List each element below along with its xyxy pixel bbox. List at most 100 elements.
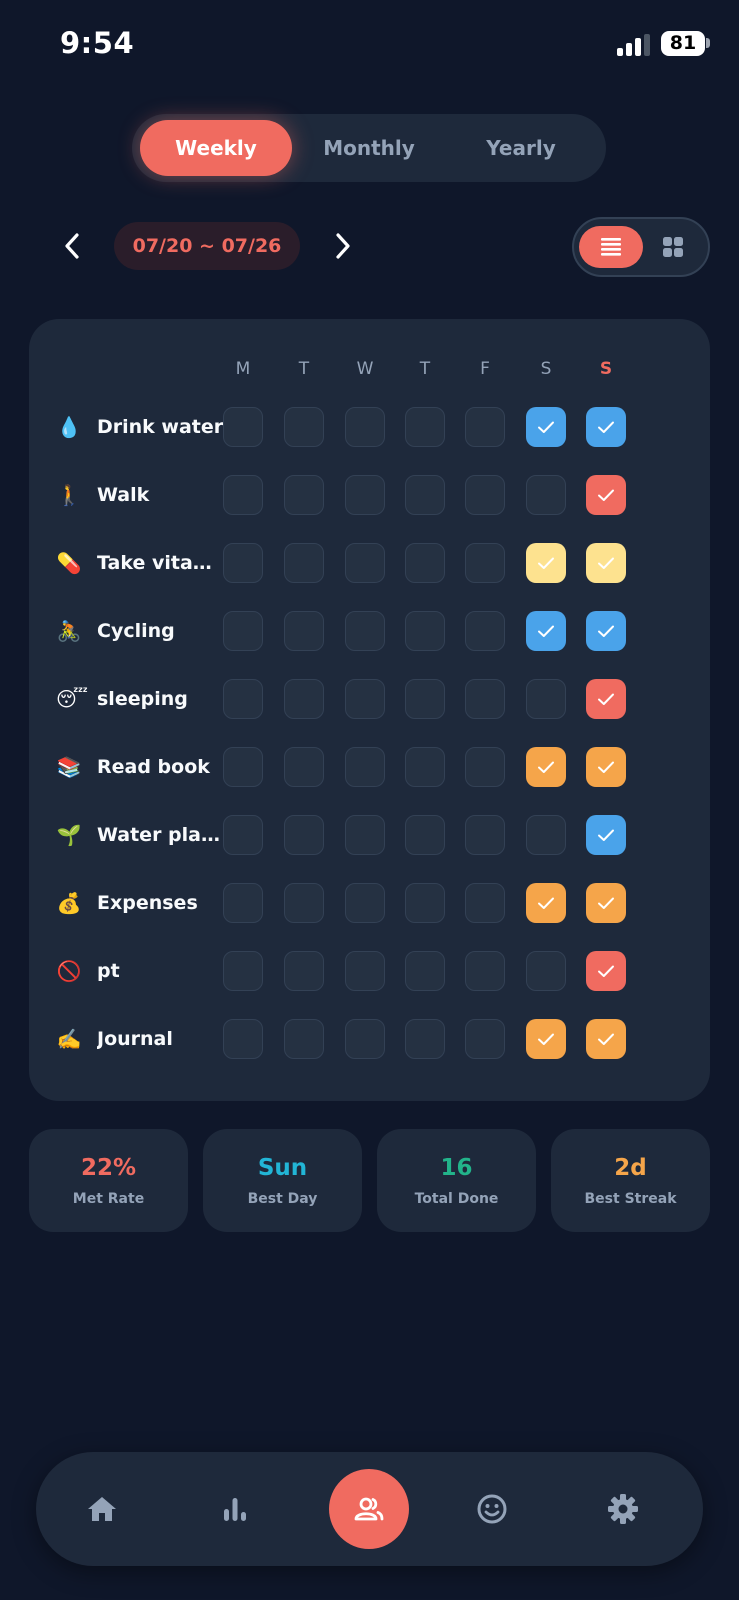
habit-check-empty[interactable] xyxy=(405,679,445,719)
tab-monthly[interactable]: Monthly xyxy=(294,120,444,176)
habit-emoji-icon: 🚶 xyxy=(56,483,82,507)
habit-check-empty[interactable] xyxy=(345,679,385,719)
habit-check-empty[interactable] xyxy=(465,543,505,583)
habit-check-empty[interactable] xyxy=(465,407,505,447)
habit-check-empty[interactable] xyxy=(223,951,263,991)
habit-name[interactable]: Take vitamins xyxy=(97,543,229,583)
habit-check-empty[interactable] xyxy=(465,611,505,651)
stat-best-streak: 2d Best Streak xyxy=(551,1129,710,1232)
habit-check-empty[interactable] xyxy=(526,951,566,991)
next-week-button[interactable] xyxy=(323,226,363,266)
nav-stats-button[interactable] xyxy=(203,1477,267,1541)
habit-check-done[interactable] xyxy=(526,407,566,447)
tab-yearly[interactable]: Yearly xyxy=(446,120,596,176)
habit-check-empty[interactable] xyxy=(345,951,385,991)
habit-check-empty[interactable] xyxy=(284,543,324,583)
habit-name[interactable]: Walk xyxy=(97,475,229,515)
habit-check-done[interactable] xyxy=(586,951,626,991)
habit-check-empty[interactable] xyxy=(284,883,324,923)
habit-check-empty[interactable] xyxy=(223,1019,263,1059)
habit-name[interactable]: Journal xyxy=(97,1019,229,1059)
habit-check-empty[interactable] xyxy=(345,407,385,447)
habit-name[interactable]: Cycling xyxy=(97,611,229,651)
previous-week-button[interactable] xyxy=(52,226,92,266)
habit-check-empty[interactable] xyxy=(405,543,445,583)
checkmark-icon xyxy=(538,761,554,773)
nav-mood-button[interactable] xyxy=(460,1477,524,1541)
habit-check-empty[interactable] xyxy=(284,1019,324,1059)
habit-row: 💧 Drink water xyxy=(29,407,710,447)
habit-check-empty[interactable] xyxy=(284,951,324,991)
habit-name[interactable]: Drink water xyxy=(97,407,229,447)
nav-people-button[interactable] xyxy=(329,1469,409,1549)
habit-check-empty[interactable] xyxy=(284,475,324,515)
habit-check-empty[interactable] xyxy=(405,407,445,447)
habit-check-empty[interactable] xyxy=(345,815,385,855)
habit-check-empty[interactable] xyxy=(405,475,445,515)
habit-check-empty[interactable] xyxy=(526,815,566,855)
habit-check-done[interactable] xyxy=(586,679,626,719)
habit-check-empty[interactable] xyxy=(223,475,263,515)
habit-check-empty[interactable] xyxy=(284,407,324,447)
habit-check-done[interactable] xyxy=(526,1019,566,1059)
date-range-label[interactable]: 07/20 ~ 07/26 xyxy=(114,222,300,270)
checkmark-icon xyxy=(598,693,614,705)
habit-check-done[interactable] xyxy=(526,883,566,923)
list-view-button[interactable] xyxy=(579,226,643,268)
habit-check-done[interactable] xyxy=(586,815,626,855)
habit-check-empty[interactable] xyxy=(284,679,324,719)
habit-check-empty[interactable] xyxy=(223,679,263,719)
habit-check-empty[interactable] xyxy=(465,951,505,991)
habit-check-empty[interactable] xyxy=(405,747,445,787)
habit-check-empty[interactable] xyxy=(405,611,445,651)
habit-check-empty[interactable] xyxy=(465,679,505,719)
habit-check-empty[interactable] xyxy=(223,407,263,447)
habit-check-empty[interactable] xyxy=(465,475,505,515)
habit-emoji-icon: 🌱 xyxy=(56,823,82,847)
habit-name[interactable]: sleeping xyxy=(97,679,229,719)
habit-check-empty[interactable] xyxy=(284,611,324,651)
habit-check-done[interactable] xyxy=(586,611,626,651)
habit-check-empty[interactable] xyxy=(223,815,263,855)
habit-check-empty[interactable] xyxy=(345,1019,385,1059)
habit-check-empty[interactable] xyxy=(465,883,505,923)
habit-check-empty[interactable] xyxy=(526,475,566,515)
people-icon xyxy=(354,1497,384,1521)
habit-check-empty[interactable] xyxy=(465,747,505,787)
habit-check-empty[interactable] xyxy=(223,883,263,923)
habit-name[interactable]: pt xyxy=(97,951,229,991)
habit-check-done[interactable] xyxy=(586,747,626,787)
habit-check-empty[interactable] xyxy=(223,611,263,651)
habit-check-empty[interactable] xyxy=(405,815,445,855)
habit-check-empty[interactable] xyxy=(284,815,324,855)
habit-check-done[interactable] xyxy=(586,883,626,923)
habit-check-done[interactable] xyxy=(586,1019,626,1059)
habit-check-empty[interactable] xyxy=(405,883,445,923)
tab-weekly[interactable]: Weekly xyxy=(140,120,292,176)
habit-name[interactable]: Expenses xyxy=(97,883,229,923)
habit-check-empty[interactable] xyxy=(465,1019,505,1059)
habit-name[interactable]: Read book xyxy=(97,747,229,787)
habit-check-empty[interactable] xyxy=(405,951,445,991)
habit-check-empty[interactable] xyxy=(284,747,324,787)
habit-check-empty[interactable] xyxy=(405,1019,445,1059)
habit-check-empty[interactable] xyxy=(465,815,505,855)
habit-check-done[interactable] xyxy=(586,543,626,583)
habit-check-empty[interactable] xyxy=(345,475,385,515)
habit-check-done[interactable] xyxy=(526,611,566,651)
habit-check-done[interactable] xyxy=(526,543,566,583)
grid-view-button[interactable] xyxy=(641,226,705,268)
nav-home-button[interactable] xyxy=(70,1477,134,1541)
habit-check-empty[interactable] xyxy=(345,747,385,787)
habit-check-done[interactable] xyxy=(586,407,626,447)
nav-settings-button[interactable] xyxy=(591,1477,655,1541)
habit-check-empty[interactable] xyxy=(223,747,263,787)
habit-check-empty[interactable] xyxy=(345,543,385,583)
habit-check-done[interactable] xyxy=(526,747,566,787)
habit-name[interactable]: Water plants xyxy=(97,815,229,855)
habit-check-empty[interactable] xyxy=(345,883,385,923)
habit-check-done[interactable] xyxy=(586,475,626,515)
habit-check-empty[interactable] xyxy=(526,679,566,719)
habit-check-empty[interactable] xyxy=(223,543,263,583)
habit-check-empty[interactable] xyxy=(345,611,385,651)
